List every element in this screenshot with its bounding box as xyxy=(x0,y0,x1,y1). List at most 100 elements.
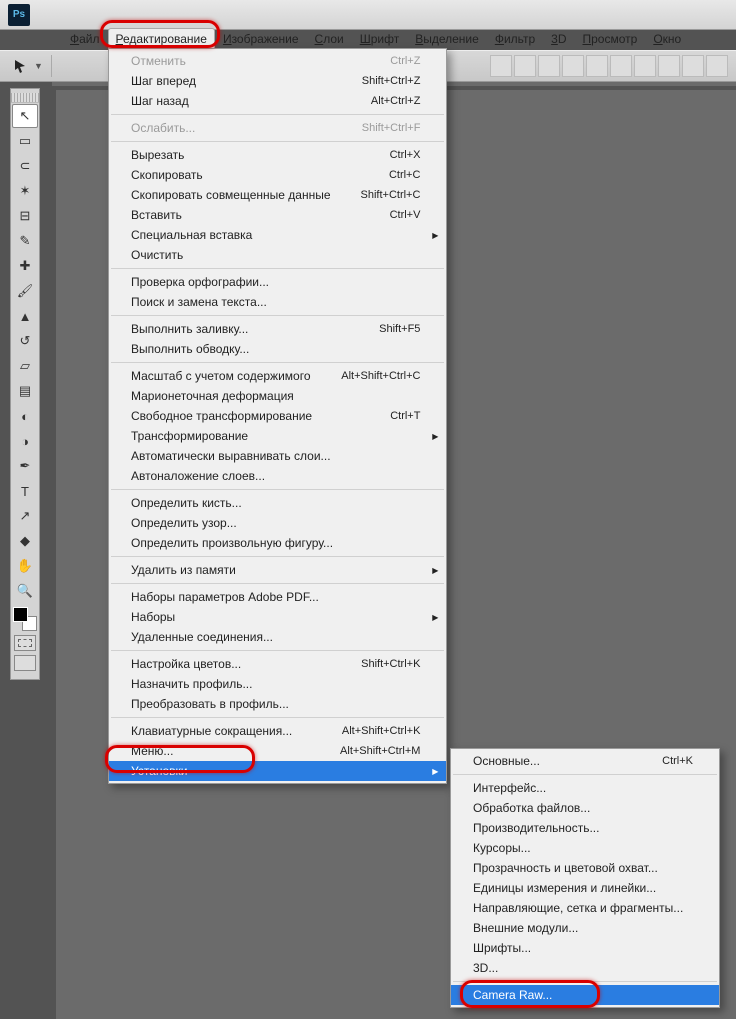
menuitem[interactable]: Клавиатурные сокращения...Alt+Shift+Ctrl… xyxy=(109,721,446,741)
titlebar: Ps xyxy=(0,0,736,30)
menuitem[interactable]: Основные...Ctrl+K xyxy=(451,751,719,771)
menuitem[interactable]: Трансформирование xyxy=(109,426,446,446)
menuitem[interactable]: Обработка файлов... xyxy=(451,798,719,818)
menuitem[interactable]: Шаг назадAlt+Ctrl+Z xyxy=(109,91,446,111)
menuitem-label: Обработка файлов... xyxy=(473,801,590,815)
tool-blur[interactable]: ◐ xyxy=(12,404,38,428)
menuitem[interactable]: Интерфейс... xyxy=(451,778,719,798)
tool-stamp[interactable]: ▲ xyxy=(12,304,38,328)
tool-brush[interactable]: 🖌 xyxy=(12,279,38,303)
menuitem-label: Выполнить заливку... xyxy=(131,322,248,336)
menuitem[interactable]: Автоматически выравнивать слои... xyxy=(109,446,446,466)
menuitem[interactable]: Марионеточная деформация xyxy=(109,386,446,406)
menuitem[interactable]: Преобразовать в профиль... xyxy=(109,694,446,714)
menu-Редактирование[interactable]: Редактирование xyxy=(108,28,215,50)
screenmode-icon[interactable] xyxy=(14,655,36,671)
menu-Слои[interactable]: Слои xyxy=(307,28,352,50)
tool-dodge[interactable]: ◑ xyxy=(12,429,38,453)
menuitem[interactable]: Назначить профиль... xyxy=(109,674,446,694)
menuitem[interactable]: Скопировать совмещенные данныеShift+Ctrl… xyxy=(109,185,446,205)
menuitem-label: Определить кисть... xyxy=(131,496,242,510)
menuitem[interactable]: Меню...Alt+Shift+Ctrl+M xyxy=(109,741,446,761)
menuitem[interactable]: Шрифты... xyxy=(451,938,719,958)
menuitem[interactable]: Единицы измерения и линейки... xyxy=(451,878,719,898)
menuitem[interactable]: Определить произвольную фигуру... xyxy=(109,533,446,553)
tool-lasso[interactable]: ⊂ xyxy=(12,154,38,178)
align-icon[interactable] xyxy=(490,55,512,77)
menuitem-label: Вставить xyxy=(131,208,182,222)
menuitem[interactable]: ВставитьCtrl+V xyxy=(109,205,446,225)
tool-pen[interactable]: ✒ xyxy=(12,454,38,478)
menu-Фильтр[interactable]: Фильтр xyxy=(487,28,543,50)
menuitem-label: Определить произвольную фигуру... xyxy=(131,536,333,550)
tool-crop[interactable]: ⊟ xyxy=(12,204,38,228)
align-icon[interactable] xyxy=(634,55,656,77)
tool-zoom[interactable]: 🔍 xyxy=(12,579,38,603)
menuitem[interactable]: Наборы параметров Adobe PDF... xyxy=(109,587,446,607)
menuitem[interactable]: Поиск и замена текста... xyxy=(109,292,446,312)
align-icon[interactable] xyxy=(586,55,608,77)
align-icon[interactable] xyxy=(538,55,560,77)
tool-type[interactable]: T xyxy=(12,479,38,503)
menu-Шрифт[interactable]: Шрифт xyxy=(352,28,407,50)
menuitem[interactable]: Удаленные соединения... xyxy=(109,627,446,647)
menuitem[interactable]: Установки xyxy=(109,761,446,781)
menuitem[interactable]: Шаг впередShift+Ctrl+Z xyxy=(109,71,446,91)
tool-eraser[interactable]: ▱ xyxy=(12,354,38,378)
menuitem[interactable]: Удалить из памяти xyxy=(109,560,446,580)
menu-Файл[interactable]: Файл xyxy=(62,28,108,50)
menuitem[interactable]: Наборы xyxy=(109,607,446,627)
menuitem[interactable]: Выполнить обводку... xyxy=(109,339,446,359)
menuitem[interactable]: Настройка цветов...Shift+Ctrl+K xyxy=(109,654,446,674)
menuitem[interactable]: Определить узор... xyxy=(109,513,446,533)
panel-grip[interactable] xyxy=(11,93,39,103)
tool-eyedrop[interactable]: ✎ xyxy=(12,229,38,253)
tool-shape[interactable]: ◆ xyxy=(12,529,38,553)
quickmask-icon[interactable] xyxy=(14,635,36,651)
menuitem[interactable]: Прозрачность и цветовой охват... xyxy=(451,858,719,878)
align-icon[interactable] xyxy=(658,55,680,77)
tool-wand[interactable]: ✶ xyxy=(12,179,38,203)
align-icon[interactable] xyxy=(562,55,584,77)
menu-Выделение[interactable]: Выделение xyxy=(407,28,487,50)
align-icon[interactable] xyxy=(706,55,728,77)
menuitem[interactable]: СкопироватьCtrl+C xyxy=(109,165,446,185)
tool-path[interactable]: ↗ xyxy=(12,504,38,528)
menu-3D[interactable]: 3D xyxy=(543,28,574,50)
tool-gradient[interactable]: ▤ xyxy=(12,379,38,403)
tool-heal[interactable]: ✚ xyxy=(12,254,38,278)
menuitem-label: Автоматически выравнивать слои... xyxy=(131,449,331,463)
tool-move[interactable]: ↖ xyxy=(12,104,38,128)
tool-hand[interactable]: ✋ xyxy=(12,554,38,578)
menuitem[interactable]: Выполнить заливку...Shift+F5 xyxy=(109,319,446,339)
menuitem-label: Направляющие, сетка и фрагменты... xyxy=(473,901,683,915)
menuitem[interactable]: Camera Raw... xyxy=(451,985,719,1005)
menuitem[interactable]: Свободное трансформированиеCtrl+T xyxy=(109,406,446,426)
menuitem[interactable]: Направляющие, сетка и фрагменты... xyxy=(451,898,719,918)
menu-Окно[interactable]: Окно xyxy=(645,28,689,50)
tool-marquee[interactable]: ▭ xyxy=(12,129,38,153)
menuitem[interactable]: Автоналожение слоев... xyxy=(109,466,446,486)
shortcut: Ctrl+T xyxy=(360,410,420,422)
menu-Просмотр[interactable]: Просмотр xyxy=(575,28,646,50)
menuitem[interactable]: ВырезатьCtrl+X xyxy=(109,145,446,165)
align-icon[interactable] xyxy=(682,55,704,77)
menuitem[interactable]: Масштаб с учетом содержимогоAlt+Shift+Ct… xyxy=(109,366,446,386)
shortcut: Alt+Shift+Ctrl+M xyxy=(310,745,420,757)
align-icon[interactable] xyxy=(610,55,632,77)
menuitem[interactable]: Определить кисть... xyxy=(109,493,446,513)
toolbox: ↖▭⊂✶⊟✎✚🖌▲↺▱▤◐◑✒T↗◆✋🔍 xyxy=(10,88,40,680)
menu-Изображение[interactable]: Изображение xyxy=(215,28,307,50)
menuitem-label: Прозрачность и цветовой охват... xyxy=(473,861,658,875)
menuitem[interactable]: Производительность... xyxy=(451,818,719,838)
tool-history[interactable]: ↺ xyxy=(12,329,38,353)
menuitem[interactable]: Очистить xyxy=(109,245,446,265)
align-icon[interactable] xyxy=(514,55,536,77)
menubar: ФайлРедактированиеИзображениеСлоиШрифтВы… xyxy=(62,28,689,50)
menuitem[interactable]: 3D... xyxy=(451,958,719,978)
menuitem[interactable]: Курсоры... xyxy=(451,838,719,858)
menuitem[interactable]: Проверка орфографии... xyxy=(109,272,446,292)
color-swatch[interactable] xyxy=(13,607,37,631)
menuitem[interactable]: Внешние модули... xyxy=(451,918,719,938)
menuitem[interactable]: Специальная вставка xyxy=(109,225,446,245)
